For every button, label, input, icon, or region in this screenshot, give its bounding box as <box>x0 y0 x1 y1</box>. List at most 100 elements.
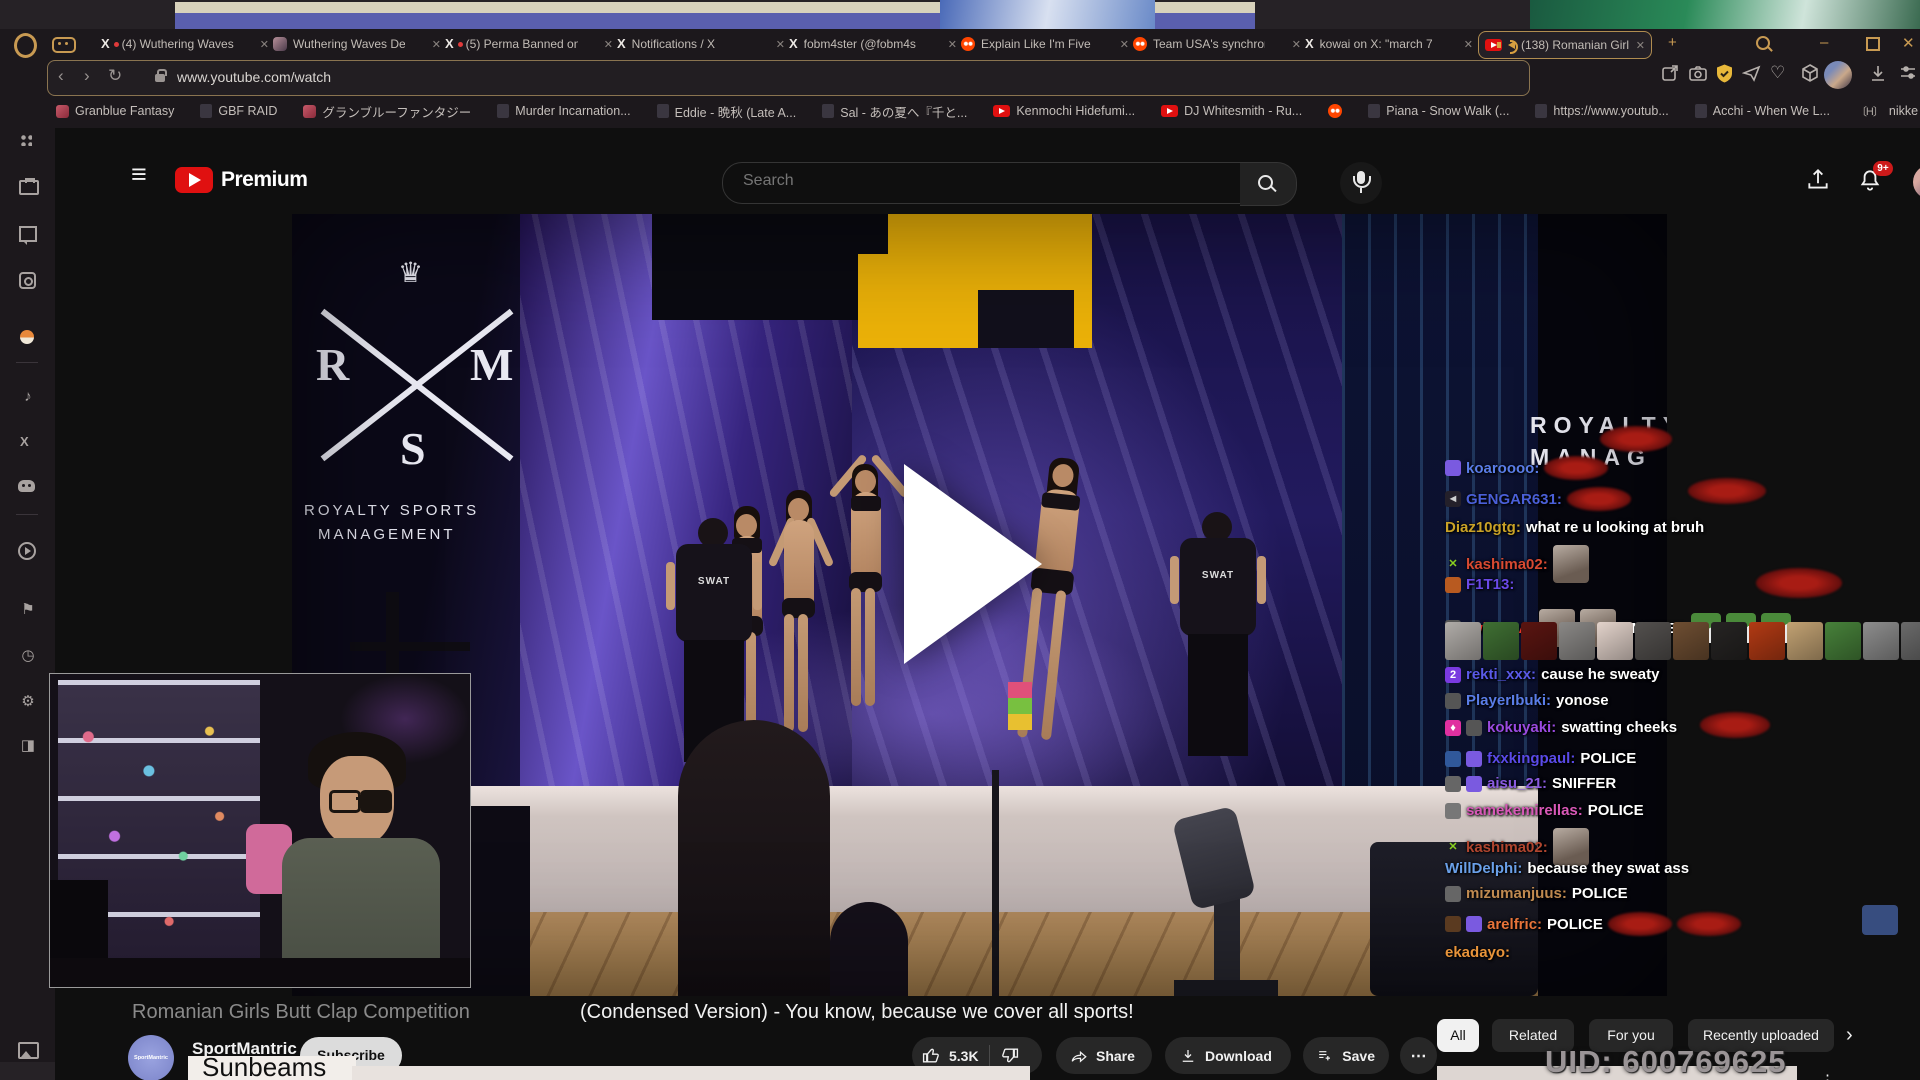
tab-close-icon[interactable]: ✕ <box>1464 38 1473 51</box>
tab-search-icon[interactable] <box>1756 36 1770 50</box>
speed-dial-icon[interactable] <box>20 134 32 146</box>
download-button[interactable]: Download <box>1165 1037 1291 1074</box>
player-icon[interactable] <box>18 542 36 560</box>
background-window-image <box>1530 0 1920 29</box>
sidebar-more-icon[interactable]: ⋯ <box>18 1072 38 1080</box>
bookmark-item[interactable]: Eddie - 晩秋 (Late A... <box>657 102 797 121</box>
workspace-icon[interactable] <box>19 180 39 195</box>
discord-icon[interactable] <box>18 480 35 492</box>
reload-icon[interactable]: ↻ <box>108 66 122 86</box>
voice-search-button[interactable] <box>1340 162 1382 204</box>
bookmarks-flag-icon[interactable]: ⚑ <box>18 600 38 618</box>
chat-scroll-indicator[interactable] <box>1862 905 1898 935</box>
hamburger-menu-icon[interactable]: ≡ <box>131 159 147 190</box>
mic-icon <box>1357 171 1365 184</box>
instagram-icon[interactable] <box>19 272 36 289</box>
sidebar-divider <box>16 514 38 515</box>
back-icon[interactable]: ‹ <box>58 66 64 86</box>
tiktok-icon[interactable]: ♪ <box>18 388 38 405</box>
chat-username: PlayerIbuki: <box>1466 692 1551 709</box>
adblock-shield-icon[interactable] <box>1714 63 1735 84</box>
flow-send-icon[interactable] <box>1742 63 1762 83</box>
settings-sliders-icon[interactable] <box>1898 63 1918 83</box>
granblue-icon <box>56 105 69 118</box>
snapshot-camera-icon[interactable] <box>1688 63 1708 83</box>
bookmark-item[interactable]: Granblue Fantasy <box>56 104 174 118</box>
h-bracket-icon: 〔H〕 <box>1856 103 1883 119</box>
settings-gear-icon[interactable]: ⚙ <box>18 692 38 710</box>
history-clock-icon[interactable]: ◷ <box>18 646 38 664</box>
opera-menu-icon[interactable] <box>14 33 37 58</box>
chips-scroll-icon[interactable]: › <box>1846 1024 1853 1047</box>
forward-icon[interactable]: › <box>84 66 90 86</box>
browser-tab[interactable]: X Notifications / X ✕ <box>611 31 791 57</box>
url-text[interactable]: www.youtube.com/watch <box>177 69 331 85</box>
tab-label: (4) Wuthering Waves (@ <box>122 37 234 51</box>
page-icon <box>1368 104 1380 118</box>
upload-share-icon[interactable] <box>1805 167 1831 198</box>
chat-username: arelfric: <box>1487 916 1542 933</box>
bookmark-item[interactable]: GBF RAID <box>200 104 277 118</box>
chat-message: ♦kokuyaki:swatting cheeks <box>1445 719 1677 736</box>
browser-tab[interactable]: X (4) Wuthering Waves (@ ✕ <box>95 31 275 57</box>
tab-close-icon[interactable]: ✕ <box>1636 39 1645 52</box>
browser-tab[interactable]: Wuthering Waves Deve ✕ <box>267 31 447 57</box>
gx-controller-icon[interactable] <box>52 37 76 53</box>
minimize-button[interactable]: – <box>1820 34 1828 51</box>
bookmark-item[interactable]: Sal - あの夏へ『千と... <box>822 102 967 121</box>
chat-username: kokuyaki: <box>1487 719 1556 736</box>
chat-message: aisu_21:SNIFFER <box>1445 775 1616 792</box>
browser-tab[interactable]: Explain Like I'm Five | D ✕ <box>955 31 1135 57</box>
thumbs-down-icon[interactable] <box>1000 1046 1019 1065</box>
webcam-overlay[interactable] <box>49 673 471 988</box>
browser-tab[interactable]: Team USA's synchronis ✕ <box>1127 31 1307 57</box>
channel-avatar[interactable]: SportMantric <box>128 1035 174 1080</box>
bookmark-item[interactable]: https://www.youtub... <box>1535 104 1668 118</box>
bookmark-item[interactable]: Piana - Snow Walk (... <box>1368 104 1509 118</box>
bookmark-item[interactable]: Murder Incarnation... <box>497 104 630 118</box>
extension-cube-icon[interactable] <box>1800 63 1820 83</box>
browser-tab[interactable]: X (5) Perma Banned on X ✕ <box>439 31 619 57</box>
x-twitter-icon[interactable]: X <box>20 434 29 449</box>
panel-toggle-icon[interactable]: ◨ <box>18 736 38 754</box>
bookmark-item[interactable]: Acchi - When We L... <box>1695 104 1830 118</box>
chat-badge-icon <box>1466 916 1482 932</box>
chip-all[interactable]: All <box>1437 1019 1479 1052</box>
youtube-logo-icon[interactable] <box>175 167 213 193</box>
recommendation-menu-icon[interactable]: ⋮ <box>1820 1071 1835 1080</box>
search-input[interactable] <box>741 171 1215 191</box>
save-button[interactable]: Save <box>1303 1037 1389 1074</box>
more-actions-button[interactable]: ⋯ <box>1400 1037 1437 1074</box>
youtube-premium-wordmark[interactable]: Premium <box>221 168 307 192</box>
bookmark-item[interactable]: DJ Whitesmith - Ru... <box>1161 104 1302 118</box>
share-button[interactable]: Share <box>1056 1037 1152 1074</box>
tab-audio-icon[interactable] <box>1508 41 1515 49</box>
search-box[interactable] <box>722 162 1242 204</box>
favorites-heart-icon[interactable]: ♡ <box>1770 63 1785 83</box>
bookmark-item[interactable]: 〔H〕nikke <box>1856 103 1918 119</box>
bookmark-item[interactable] <box>1328 104 1342 118</box>
tab-label: (5) Perma Banned on X <box>466 37 578 51</box>
unread-dot <box>114 42 119 47</box>
new-tab-button[interactable]: + <box>1668 34 1677 51</box>
download-icon[interactable] <box>1868 63 1888 83</box>
thumbs-up-icon[interactable] <box>922 1046 941 1065</box>
share-page-icon[interactable] <box>1660 63 1680 83</box>
gx-corner-icon[interactable] <box>20 330 34 344</box>
download-icon <box>1179 1047 1197 1065</box>
browser-tab[interactable]: X kowai on X: "march 7th ✕ <box>1299 31 1479 57</box>
browser-tab-active[interactable]: (138) Romanian Girl ✕ <box>1478 31 1652 59</box>
lock-icon[interactable] <box>155 74 165 82</box>
bookmark-item[interactable]: グランブルーファンタジー <box>303 102 471 121</box>
maximize-button[interactable] <box>1866 37 1880 51</box>
chat-username: ekadayo: <box>1445 944 1510 961</box>
twitch-icon[interactable] <box>19 226 37 242</box>
bookmark-item[interactable]: Kenmochi Hidefumi... <box>993 104 1135 118</box>
profile-avatar[interactable] <box>1824 61 1852 89</box>
search-button[interactable] <box>1240 162 1297 206</box>
browser-tab[interactable]: X fobm4ster (@fobm4ste ✕ <box>783 31 963 57</box>
close-window-button[interactable]: ✕ <box>1902 34 1915 52</box>
chat-message-text: what re u looking at bruh <box>1526 519 1704 536</box>
chat-emote <box>1445 622 1481 660</box>
screenshot-image-icon[interactable] <box>18 1042 39 1059</box>
